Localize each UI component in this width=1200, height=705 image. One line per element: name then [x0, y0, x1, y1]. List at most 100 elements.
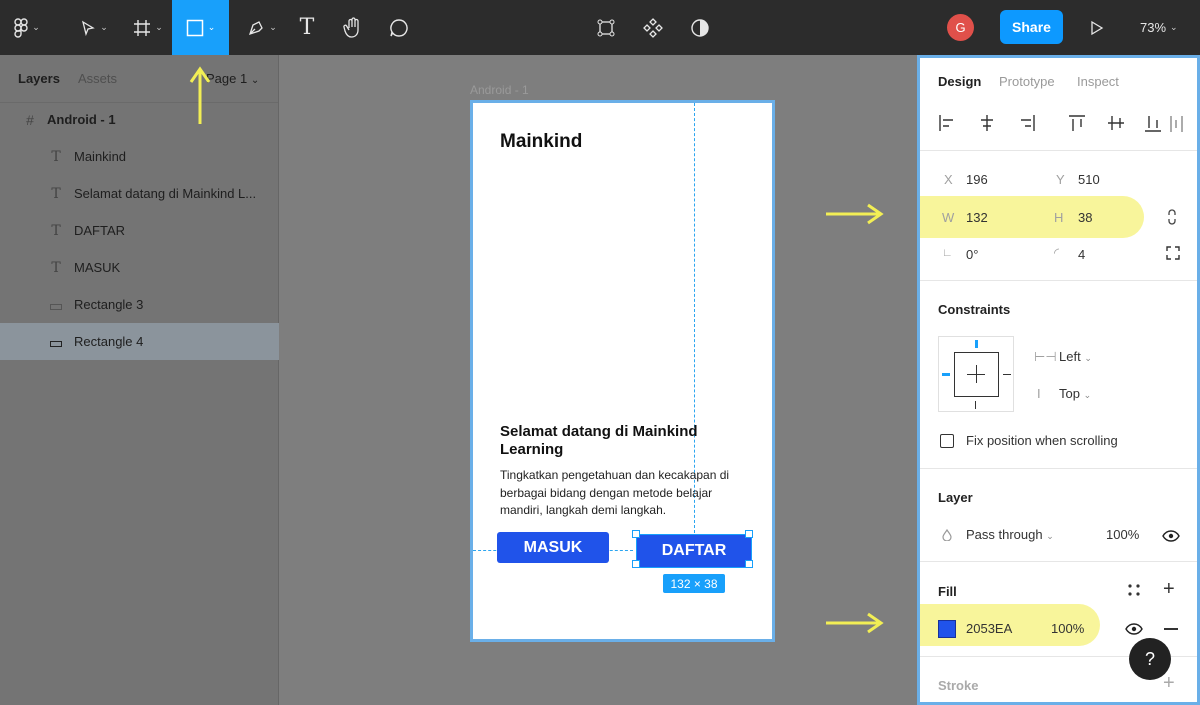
layer-label: Rectangle 4 — [74, 334, 144, 349]
rectangle-icon — [46, 334, 66, 350]
x-input[interactable]: 196 — [966, 172, 988, 187]
blend-mode-select[interactable]: Pass through ⌄ — [966, 527, 1054, 542]
frame-label[interactable]: Android - 1 — [470, 83, 529, 97]
layer-item-rectangle-4[interactable]: Rectangle 4 — [0, 323, 279, 360]
fill-opacity-input[interactable]: 100% — [1051, 621, 1084, 636]
frame-selection-button[interactable] — [594, 0, 618, 55]
share-button[interactable]: Share — [1000, 10, 1063, 44]
design-panel: Design Prototype Inspect X 196 Y 510 W 1… — [917, 55, 1200, 705]
main-menu-button[interactable]: ⌄ — [8, 0, 46, 55]
layer-item-daftar[interactable]: T DAFTAR — [0, 212, 279, 249]
zoom-dropdown[interactable]: 73% ⌄ — [1140, 0, 1178, 55]
constraint-bottom-marker[interactable] — [975, 401, 976, 409]
h-input[interactable]: 38 — [1078, 210, 1092, 225]
fix-position-checkbox[interactable] — [940, 434, 954, 448]
page-selector[interactable]: Page 1 ⌄ — [206, 71, 259, 86]
resize-handle-tr[interactable] — [745, 530, 753, 538]
component-icon — [643, 17, 663, 38]
rectangle-icon — [46, 297, 66, 313]
text-tool-button[interactable]: T — [294, 0, 320, 55]
add-stroke-plus-icon[interactable]: + — [1163, 672, 1175, 695]
rectangle-tool-button[interactable]: ⌄ — [172, 0, 229, 55]
constraint-horizontal-select[interactable]: Left ⌄ — [1059, 349, 1092, 364]
cursor-arrow-icon — [82, 20, 95, 36]
fix-position-label: Fix position when scrolling — [966, 433, 1118, 448]
frame-heading[interactable]: Selamat datang di Mainkind Learning — [500, 423, 730, 459]
constraint-left-marker[interactable] — [942, 373, 950, 376]
resize-handle-tl[interactable] — [632, 530, 640, 538]
move-tool-button[interactable]: ⌄ — [72, 0, 116, 55]
resize-handle-br[interactable] — [745, 560, 753, 568]
selection-box[interactable] — [636, 534, 752, 568]
constraint-right-marker[interactable] — [1003, 374, 1011, 375]
component-button[interactable] — [641, 0, 665, 55]
layer-item-selamat[interactable]: T Selamat datang di Mainkind L... — [0, 175, 279, 212]
corner-radius-input[interactable]: 4 — [1078, 247, 1085, 262]
constraints-title: Constraints — [938, 302, 1011, 317]
hand-icon — [343, 16, 359, 38]
layer-title: Layer — [938, 490, 973, 505]
annotation-arrow-right-icon — [826, 203, 884, 225]
layers-panel-tabs: Layers Assets Page 1 ⌄ — [0, 55, 278, 103]
constrain-proportions-icon[interactable] — [1166, 208, 1178, 226]
align-top-icon — [1069, 115, 1085, 131]
frame-tool-button[interactable]: ⌄ — [126, 0, 170, 55]
rotation-input[interactable]: 0° — [966, 247, 978, 262]
fill-color-swatch[interactable] — [938, 620, 956, 638]
chevron-down-icon: ⌄ — [250, 75, 260, 86]
constraint-vertical-select[interactable]: Top ⌄ — [1059, 386, 1091, 401]
stroke-title: Stroke — [938, 678, 979, 693]
plus-icon-bar — [967, 374, 985, 375]
help-button[interactable]: ? — [1129, 638, 1171, 680]
w-input[interactable]: 132 — [966, 210, 988, 225]
fill-hex-input[interactable]: 2053EA — [966, 621, 1012, 636]
layer-label: MASUK — [74, 260, 121, 275]
blend-mode-value: Pass through — [966, 527, 1043, 542]
comment-tool-button[interactable] — [386, 0, 412, 55]
align-right-icon — [1021, 115, 1035, 131]
mask-button[interactable] — [688, 0, 712, 55]
eye-icon[interactable] — [1125, 623, 1143, 635]
horizontal-constraint-icon: ⊢⊣ — [1034, 349, 1057, 364]
constraints-widget[interactable] — [938, 336, 1014, 412]
tab-inspect[interactable]: Inspect — [1077, 74, 1119, 89]
divider — [920, 561, 1197, 562]
rotation-icon: ∟ — [942, 247, 953, 259]
frame-body-text[interactable]: Tingkatkan pengetahuan dan kecakapan di … — [500, 467, 745, 520]
masuk-button[interactable]: MASUK — [497, 532, 609, 563]
text-icon: T — [51, 148, 61, 165]
alignment-toolbar — [939, 115, 1183, 132]
hand-tool-button[interactable] — [338, 0, 368, 55]
layer-item-mainkind[interactable]: T Mainkind — [0, 138, 279, 175]
h-label: H — [1054, 210, 1064, 225]
add-fill-plus-icon[interactable]: + — [1163, 578, 1175, 601]
y-input[interactable]: 510 — [1078, 172, 1100, 187]
android-frame[interactable]: Mainkind Selamat datang di Mainkind Lear… — [470, 100, 775, 642]
eye-icon[interactable] — [1162, 530, 1180, 542]
hash-frame-icon — [134, 19, 151, 36]
user-avatar[interactable]: G — [947, 14, 974, 41]
tab-prototype[interactable]: Prototype — [999, 74, 1055, 89]
constraint-top-marker[interactable] — [975, 340, 978, 348]
tab-design[interactable]: Design — [938, 74, 981, 89]
frame-title[interactable]: Mainkind — [500, 131, 582, 153]
layer-item-masuk[interactable]: T MASUK — [0, 249, 279, 286]
text-t-icon: T — [299, 15, 315, 40]
fill-title: Fill — [938, 584, 957, 599]
present-button[interactable] — [1086, 0, 1108, 55]
tab-layers[interactable]: Layers — [18, 71, 60, 86]
layer-opacity-input[interactable]: 100% — [1106, 527, 1139, 542]
independent-corners-icon[interactable] — [1166, 246, 1180, 260]
figma-logo-icon — [14, 17, 28, 38]
x-label: X — [944, 172, 953, 187]
layer-item-android-1[interactable]: # Android - 1 — [0, 101, 279, 138]
annotation-arrow-right-icon — [826, 612, 884, 634]
remove-fill-minus-icon[interactable] — [1164, 628, 1178, 630]
size-badge: 132 × 38 — [663, 574, 725, 593]
styles-grid-icon[interactable] — [1128, 584, 1140, 596]
tab-assets[interactable]: Assets — [78, 71, 117, 86]
text-icon: T — [51, 185, 61, 202]
resize-handle-bl[interactable] — [632, 560, 640, 568]
layer-item-rectangle-3[interactable]: Rectangle 3 — [0, 286, 279, 323]
pen-tool-button[interactable]: ⌄ — [240, 0, 284, 55]
